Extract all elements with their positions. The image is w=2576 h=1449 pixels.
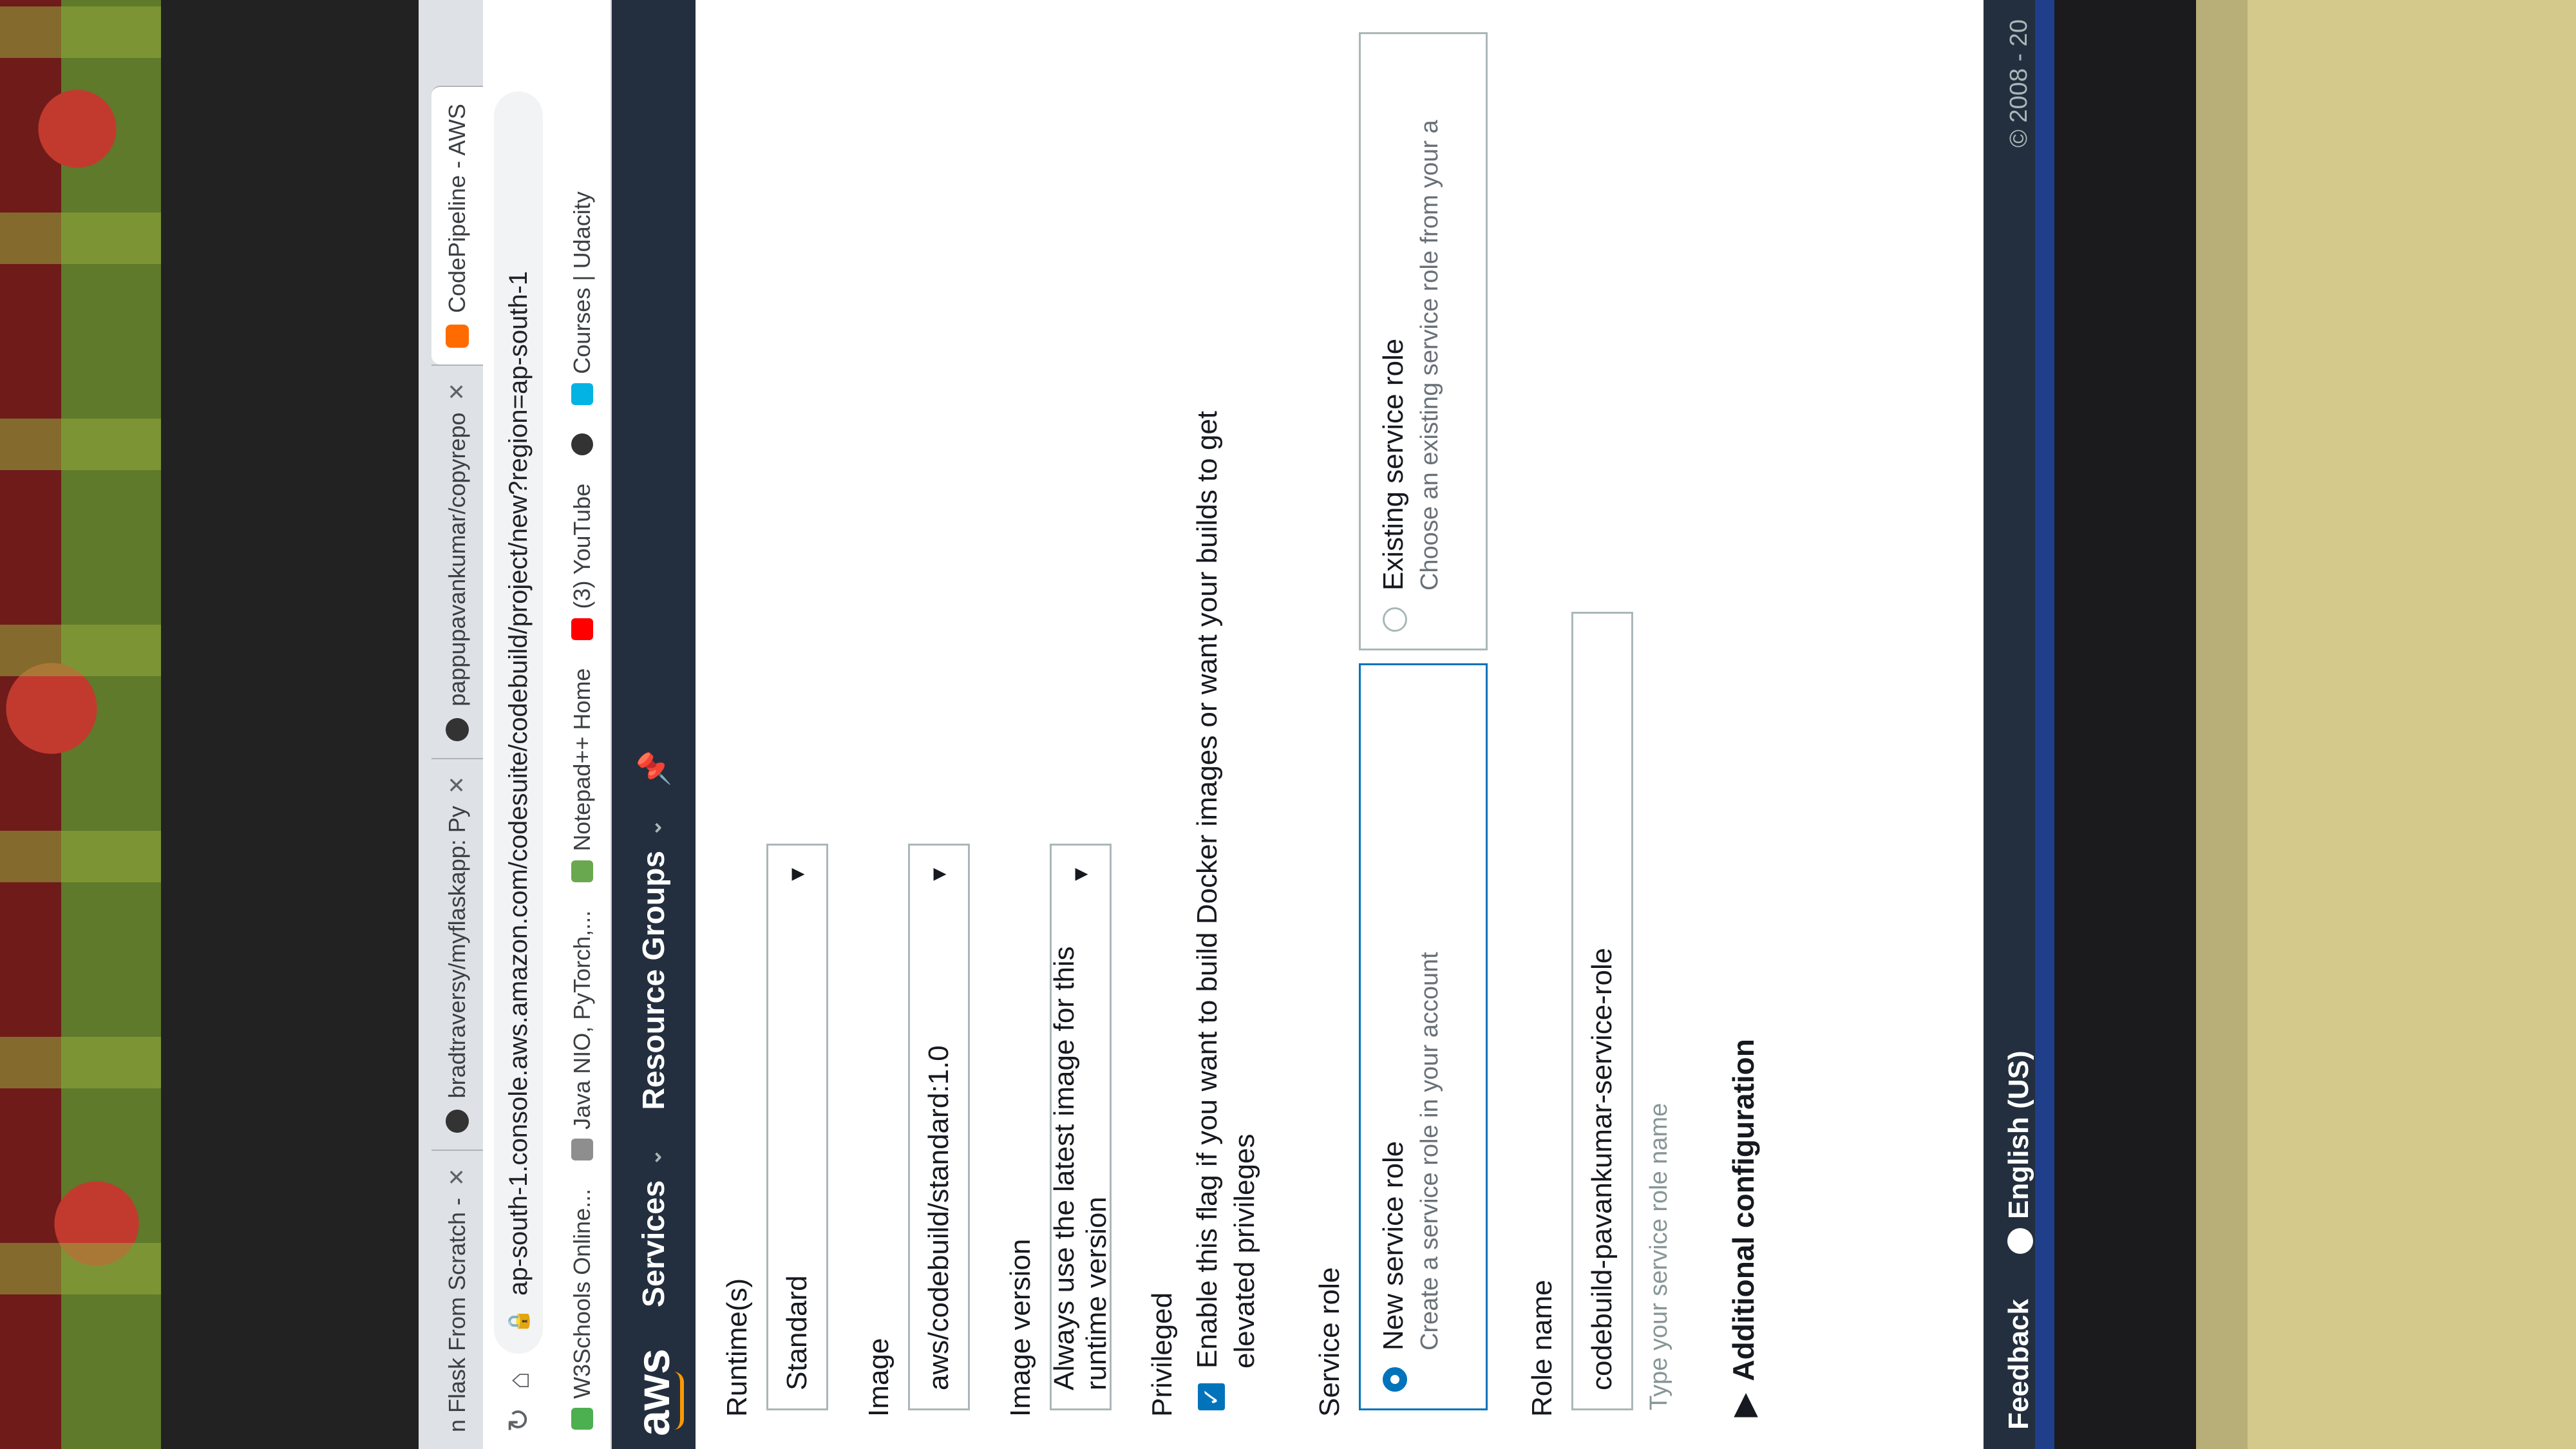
tab-label: bradtraversy/myflaskapp: Py [444,806,470,1099]
privileged-label: Privileged [1146,1292,1178,1417]
browser-toolbar: ↻ ⌂ 🔒 ap-south-1.console.aws.amazon.com/… [483,0,554,1449]
chevron-down-icon: ⌄ [642,1148,665,1166]
image-version-select[interactable]: Always use the latest image for this run… [1048,844,1112,1410]
new-role-title: New service role [1378,1141,1409,1350]
services-menu[interactable]: Services ⌄ [636,1149,672,1307]
language-selector[interactable]: English (US) [2003,1050,2035,1255]
privileged-description: Enable this flag if you want to build Do… [1191,145,1261,1368]
privileged-text-line-1: Enable this flag if you want to build Do… [1191,410,1223,1368]
laptop-bezel [161,0,419,1449]
radio-selected[interactable] [1383,1367,1407,1392]
caret-down-icon: ▼ [926,864,951,886]
caret-down-icon: ▼ [1068,864,1093,886]
github-icon [571,433,593,455]
service-role-label: Service role [1314,1267,1345,1417]
role-name-label: Role name [1526,1280,1558,1417]
github-icon [446,717,469,741]
runtime-value: Standard [781,1275,813,1390]
additional-configuration-label: Additional configuration [1727,1039,1760,1381]
w3schools-icon [571,1408,593,1430]
additional-configuration-toggle[interactable]: ▶ Additional configuration [1726,1039,1761,1417]
image-version-value: Always use the latest image for this run… [1048,946,1112,1390]
notepad-icon [571,860,593,882]
bookmark-w3schools[interactable]: W3Schools Online... [569,1189,596,1430]
new-role-description: Create a service role in your account [1416,952,1443,1350]
bookmark-notepad[interactable]: Notepad++ Home [569,668,596,882]
bookmarks-bar: W3Schools Online... Java NIO, PyTorch,..… [554,0,612,1449]
existing-role-description: Choose an existing service role from you… [1416,120,1443,591]
close-icon[interactable]: ✕ [444,776,470,795]
feedback-link[interactable]: Feedback [2003,1299,2035,1430]
tab-codepipeline[interactable]: CodePipeline - AWS [431,86,483,365]
os-taskbar [2035,0,2054,1449]
codebuild-environment-form: Runtime(s) Standard ▼ Image aws/codebuil… [696,0,1984,1449]
github-icon [446,1110,469,1133]
home-icon[interactable]: ⌂ [501,1372,536,1390]
role-name-input[interactable]: codebuild-pavankumar-service-role [1571,612,1633,1410]
tab-myflaskapp[interactable]: bradtraversy/myflaskapp: Py ✕ [431,757,483,1150]
bookmark-label: Courses | Udacity [569,191,595,374]
caret-right-icon: ▶ [1727,1394,1760,1417]
bookmark-label: (3) YouTube [569,483,595,609]
globe-icon [2007,1228,2034,1255]
tab-label: CodePipeline - AWS [444,104,470,313]
tab-label: n Flask From Scratch - [444,1197,470,1432]
tab-bar: n Flask From Scratch - ✕ bradtraversy/my… [419,0,483,1449]
tab-flask-from-scratch[interactable]: n Flask From Scratch - ✕ [431,1150,483,1449]
caret-down-icon: ▼ [784,864,810,886]
bookmark-label: Java NIO, PyTorch,... [569,910,595,1130]
udacity-icon [571,383,593,405]
pin-icon[interactable]: 📌 [636,750,672,787]
browser-window: n Flask From Scratch - ✕ bradtraversy/my… [419,0,2054,1449]
laptop-screen: n Flask From Scratch - ✕ bradtraversy/my… [419,0,2054,1449]
existing-role-title: Existing service role [1378,338,1409,591]
close-icon[interactable]: ✕ [444,1168,470,1186]
close-icon[interactable]: ✕ [444,383,470,401]
desk-surface [2248,0,2576,1449]
image-select[interactable]: aws/codebuild/standard:1.0 ▼ [908,844,970,1410]
role-name-value: codebuild-pavankumar-service-role [1586,947,1618,1390]
reload-icon[interactable]: ↻ [501,1407,536,1432]
bookmark-udacity[interactable]: Courses | Udacity [569,191,596,405]
copyright-text: © 2008 - 20 [2005,19,2032,148]
language-label: English (US) [2003,1050,2034,1220]
tab-label: pappupavankumar/copyrepo [444,412,470,706]
url-text: ap-south-1.console.aws.amazon.com/codesu… [504,270,533,1296]
bookmark-icon [571,1138,593,1160]
resource-groups-label: Resource Groups [636,850,671,1110]
runtime-select[interactable]: Standard ▼ [766,844,828,1410]
address-bar[interactable]: 🔒 ap-south-1.console.aws.amazon.com/code… [494,91,543,1354]
bookmark-youtube[interactable]: (3) YouTube [569,484,596,640]
aws-logo[interactable]: aws [627,1346,680,1436]
privileged-checkbox[interactable]: ✓ [1198,1383,1225,1410]
services-label: Services [636,1180,671,1307]
image-label: Image [863,1338,895,1417]
bookmark-github[interactable] [571,433,593,455]
aws-console-header: aws Services ⌄ Resource Groups ⌄ 📌 [612,0,696,1449]
privileged-text-line-2: elevated privileges [1229,1133,1260,1368]
bookmark-java-nio[interactable]: Java NIO, PyTorch,... [569,911,596,1160]
image-value: aws/codebuild/standard:1.0 [923,1045,954,1390]
role-name-hint: Type your service role name [1645,1103,1672,1410]
existing-service-role-option[interactable]: Existing service role Choose an existing… [1359,32,1488,650]
bookmark-label: Notepad++ Home [569,668,595,851]
new-service-role-option[interactable]: New service role Create a service role i… [1359,663,1488,1410]
radio-unselected[interactable] [1383,607,1407,632]
chevron-down-icon: ⌄ [642,819,665,837]
tab-copyrepo[interactable]: pappupavankumar/copyrepo ✕ [431,364,483,758]
image-version-label: Image version [1005,1238,1036,1417]
aws-favicon-icon [446,324,469,348]
resource-groups-menu[interactable]: Resource Groups ⌄ [636,819,672,1110]
runtime-label: Runtime(s) [721,1278,753,1417]
lock-icon: 🔒 [507,1308,530,1334]
background-curtain [0,0,161,1449]
youtube-icon [571,618,593,640]
bookmark-label: W3Schools Online... [569,1188,595,1399]
